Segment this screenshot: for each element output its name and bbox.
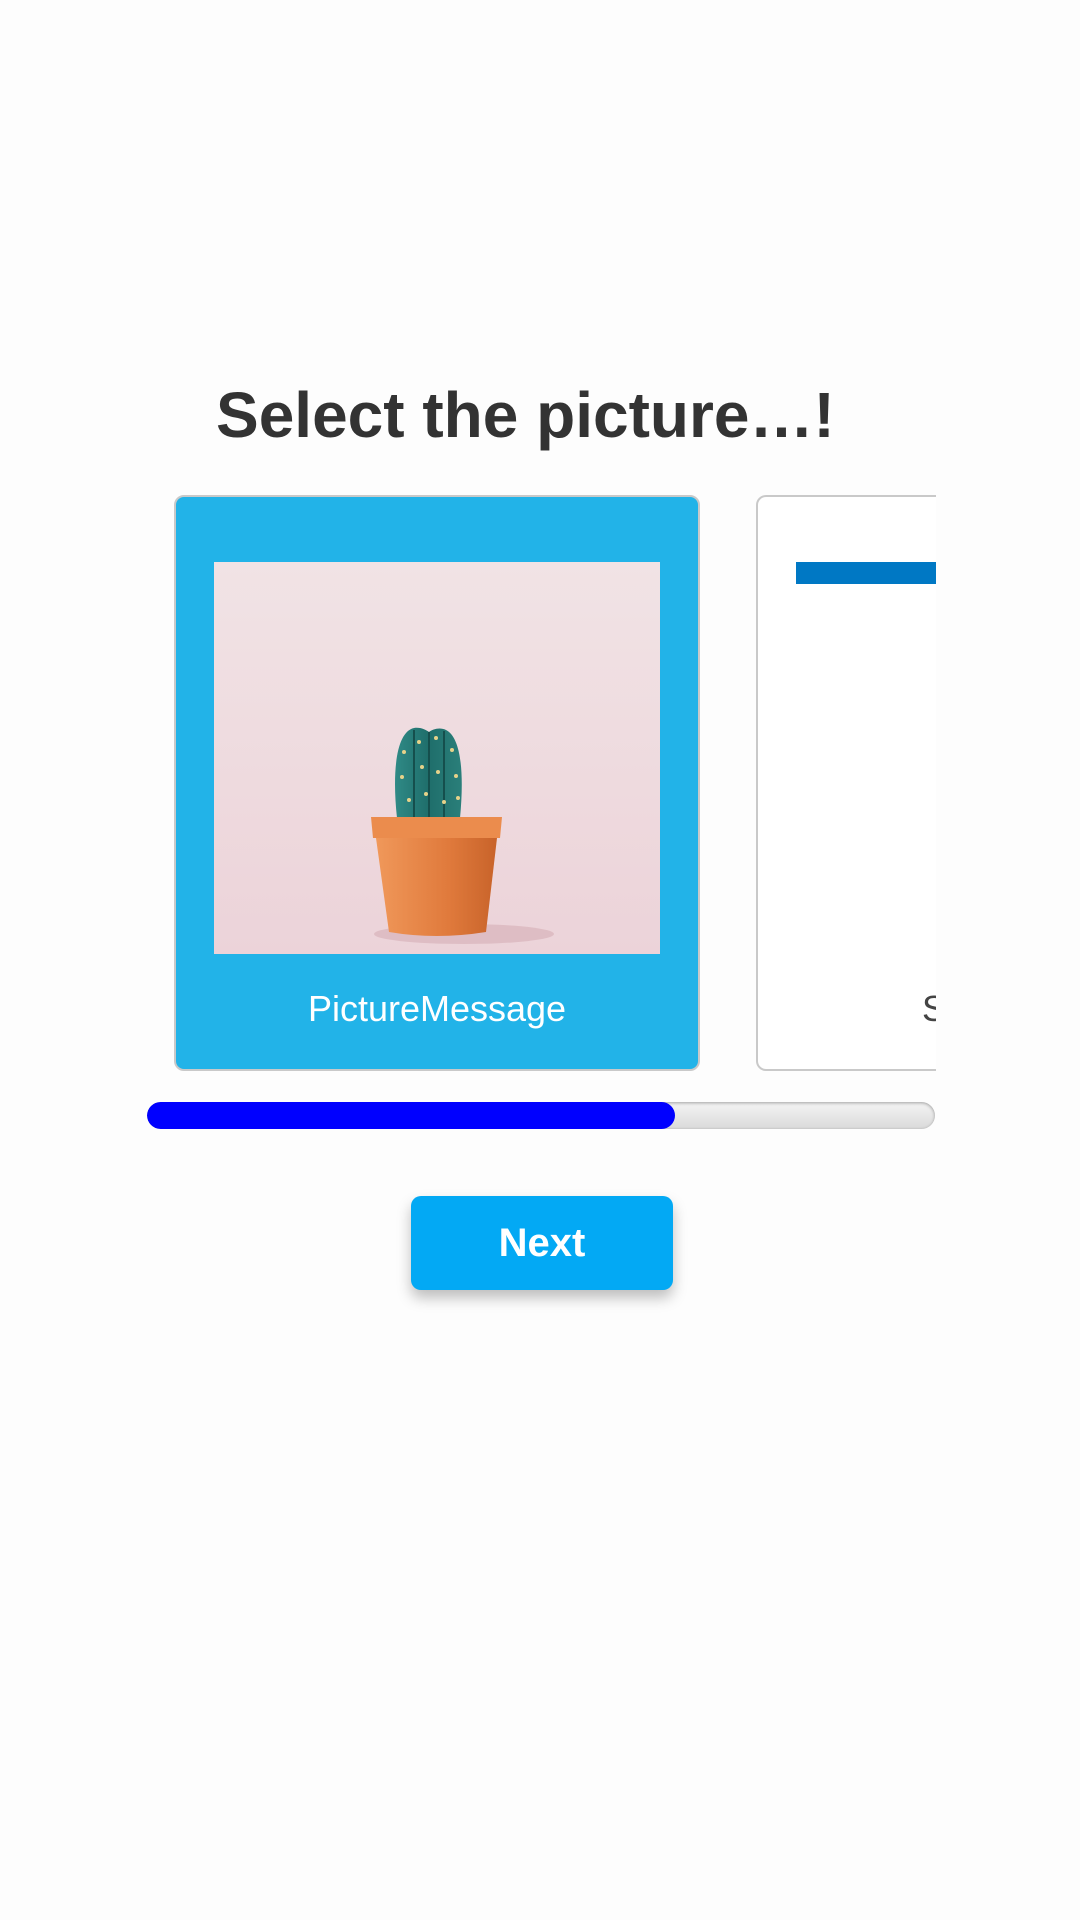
picture-carousel[interactable]: PictureMessage S — [174, 495, 936, 1081]
picture-card-selected[interactable]: PictureMessage — [174, 495, 700, 1071]
progress-fill — [147, 1102, 675, 1129]
cactus-image — [214, 562, 660, 954]
card-image-placeholder — [796, 562, 936, 584]
picture-card-next[interactable]: S — [756, 495, 936, 1071]
screen: Select the picture…! PictureMessage S Ne… — [0, 0, 1080, 1920]
card-label: PictureMessage — [307, 988, 567, 1029]
carousel-track: PictureMessage S — [174, 495, 936, 1081]
progress-bar — [147, 1102, 935, 1129]
page-title: Select the picture…! — [216, 379, 835, 451]
card-label: S — [922, 988, 936, 1029]
next-button[interactable]: Next — [411, 1196, 673, 1290]
